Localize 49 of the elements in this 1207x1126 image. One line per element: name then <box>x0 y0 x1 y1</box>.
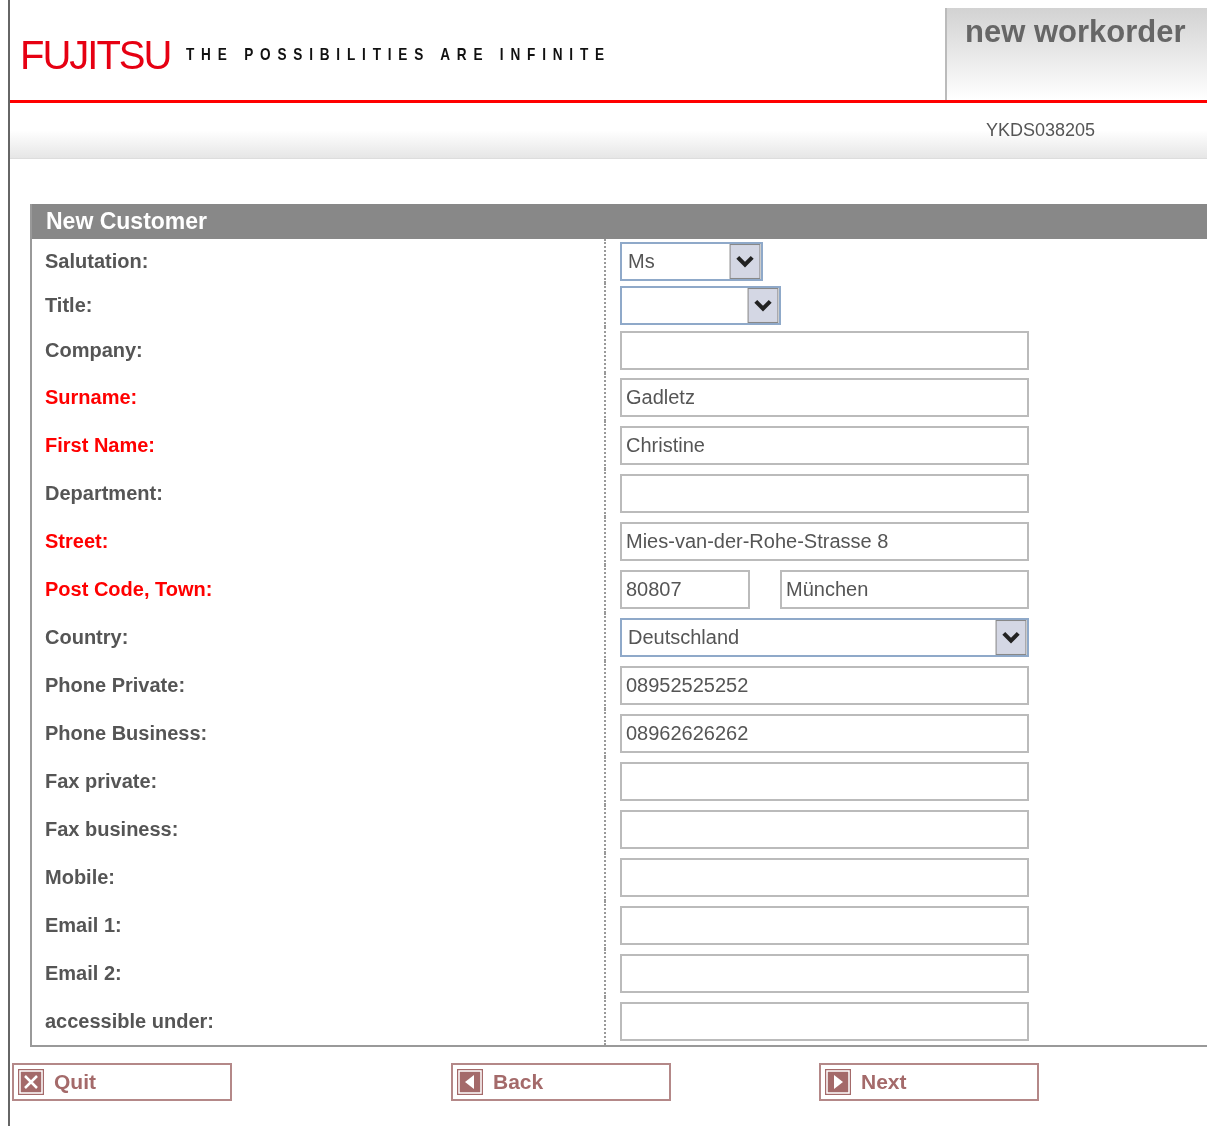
input-field[interactable]: 80807 <box>620 569 750 609</box>
field-label: Phone Private: <box>45 673 186 697</box>
field-label: Email 2: <box>45 961 122 985</box>
field-label: Mobile: <box>45 865 115 889</box>
field-label: Department: <box>45 481 163 505</box>
input-field[interactable]: Gadletz <box>620 377 1029 417</box>
input-field[interactable]: München <box>780 569 1029 609</box>
form-title: New Customer <box>32 204 1207 239</box>
field-label: Phone Business: <box>45 721 208 745</box>
field-label: Email 1: <box>45 913 122 937</box>
field-label: Fax business: <box>45 817 179 841</box>
field-label: Country: <box>45 625 129 649</box>
field-label: Street: <box>45 529 109 553</box>
input-field[interactable] <box>620 905 1029 945</box>
logo: FUJITSU <box>20 32 171 78</box>
input-field[interactable] <box>620 1001 1029 1041</box>
input-field[interactable]: Christine <box>620 425 1029 465</box>
input-field[interactable]: Mies-van-der-Rohe-Strasse 8 <box>620 521 1029 561</box>
input-field[interactable] <box>620 761 1029 801</box>
next-button[interactable]: Next <box>819 1063 1039 1101</box>
chevron-down-icon <box>995 619 1027 655</box>
field-label: Company: <box>45 338 143 362</box>
input-field[interactable] <box>620 857 1029 897</box>
input-field[interactable]: 08962626262 <box>620 713 1029 753</box>
dropdown[interactable] <box>620 285 781 325</box>
reference-number: YKDS038205 <box>985 120 1095 141</box>
chevron-down-icon <box>747 287 779 323</box>
quit-button[interactable]: Quit <box>12 1063 232 1101</box>
input-field[interactable] <box>620 809 1029 849</box>
input-field[interactable] <box>620 473 1029 513</box>
input-field[interactable]: 08952525252 <box>620 665 1029 705</box>
field-label: Title: <box>45 293 93 317</box>
input-field[interactable] <box>620 953 1029 993</box>
field-label: First Name: <box>45 433 156 457</box>
page-title: new workorder <box>945 8 1207 100</box>
dropdown[interactable]: Ms <box>620 241 763 281</box>
tagline: THE POSSIBILITIES ARE INFINITE <box>186 45 612 65</box>
back-button[interactable]: Back <box>451 1063 671 1101</box>
close-icon <box>18 1069 44 1095</box>
field-label: Fax private: <box>45 769 158 793</box>
field-label: Salutation: <box>45 249 149 273</box>
triangle-left-icon <box>457 1069 483 1095</box>
field-label: accessible under: <box>45 1009 214 1033</box>
field-label: Surname: <box>45 385 138 409</box>
chevron-down-icon <box>729 243 761 279</box>
input-field[interactable] <box>620 330 1029 370</box>
triangle-right-icon <box>825 1069 851 1095</box>
dropdown[interactable]: Deutschland <box>620 617 1029 657</box>
field-label: Post Code, Town: <box>45 577 213 601</box>
